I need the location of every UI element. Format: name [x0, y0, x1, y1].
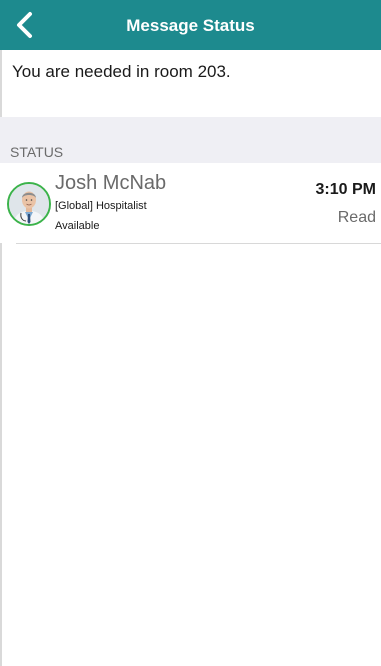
message-text: You are needed in room 203. — [12, 62, 231, 81]
status-section-label: STATUS — [10, 144, 64, 160]
contact-role: [Global] Hospitalist — [55, 200, 147, 212]
chevron-left-icon — [17, 12, 32, 38]
read-status: Read — [337, 209, 376, 226]
availability-status: Available — [55, 220, 100, 232]
avatar — [7, 182, 51, 226]
left-edge-divider — [0, 0, 2, 666]
recipient-status-row[interactable]: Josh McNab [Global] Hospitalist Availabl… — [0, 163, 381, 243]
navigation-bar: Message Status — [0, 0, 381, 50]
doctor-portrait-icon — [9, 184, 49, 224]
row-divider — [16, 243, 381, 244]
status-section-header: STATUS — [0, 117, 381, 163]
contact-name: Josh McNab — [55, 172, 167, 194]
back-button[interactable] — [0, 0, 48, 50]
message-time: 3:10 PM — [315, 181, 376, 198]
page-title: Message Status — [126, 16, 255, 35]
